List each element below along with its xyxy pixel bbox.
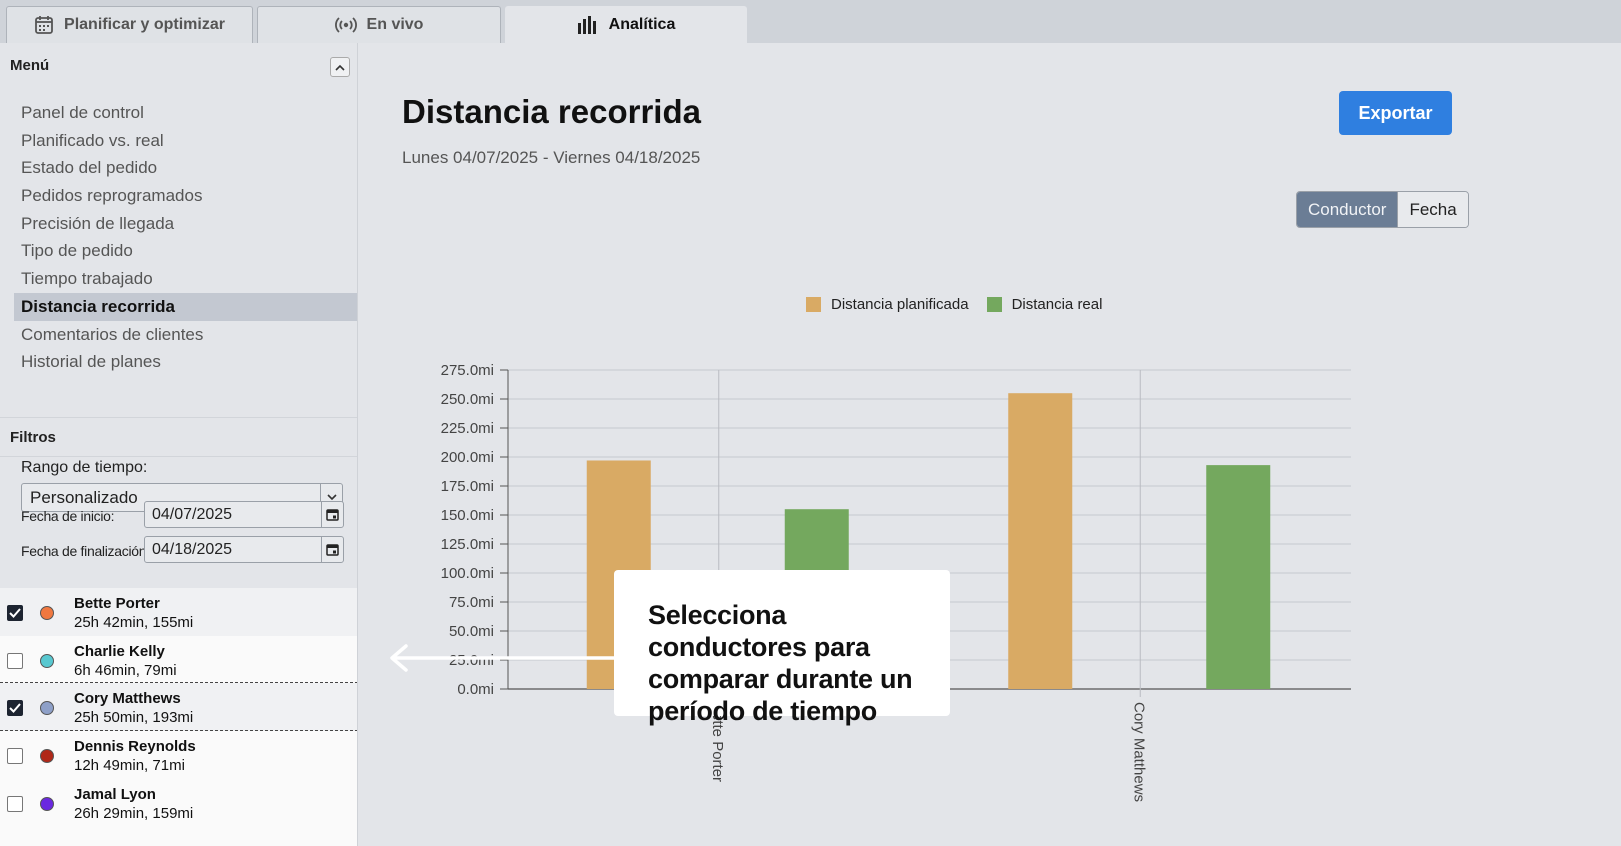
menu-item-historial-planes[interactable]: Historial de planes	[14, 348, 357, 376]
driver-color-dot	[40, 653, 54, 668]
driver-stats: 6h 46min, 79mi	[74, 661, 177, 679]
driver-color-dot	[40, 701, 54, 716]
driver-name: Dennis Reynolds	[74, 738, 196, 756]
calendar-icon[interactable]	[321, 502, 343, 527]
time-range-value: Personalizado	[30, 488, 138, 507]
calendar-icon[interactable]	[321, 537, 343, 562]
chevron-up-icon	[335, 58, 345, 76]
start-date-label: Fecha de inicio:	[21, 508, 115, 524]
distance-bar-chart: 0.0mi25.0mi50.0mi75.0mi100.0mi125.0mi150…	[441, 362, 1351, 802]
tab-planificar[interactable]: Planificar y optimizar	[6, 6, 253, 43]
driver-color-dot	[40, 606, 54, 620]
broadcast-icon	[334, 16, 357, 34]
y-tick-label: 100.0mi	[441, 565, 494, 582]
tab-label: Analítica	[608, 16, 676, 33]
driver-row[interactable]: Charlie Kelly 6h 46min, 79mi	[0, 636, 357, 684]
driver-row[interactable]: Cory Matthews 25h 50min, 193mi	[0, 683, 357, 732]
driver-name: Bette Porter	[74, 595, 160, 612]
driver-row[interactable]: Dennis Reynolds 12h 49min, 71mi	[0, 731, 357, 779]
y-tick-label: 225.0mi	[441, 420, 494, 437]
end-date-label: Fecha de finalización:	[21, 543, 150, 559]
menu-item-planificado-vs-real[interactable]: Planificado vs. real	[14, 127, 357, 155]
tab-label: En vivo	[366, 16, 424, 33]
driver-checkbox[interactable]	[7, 700, 23, 717]
driver-checkbox[interactable]	[7, 605, 23, 621]
y-tick-label: 50.0mi	[449, 623, 494, 640]
driver-list: Bette Porter 25h 42min, 155mi Charlie Ke…	[0, 588, 357, 846]
bar	[1206, 465, 1271, 689]
driver-name: Charlie Kelly	[74, 642, 165, 660]
menu-item-tipo-pedido[interactable]: Tipo de pedido	[14, 237, 357, 265]
menu-item-precision-llegada[interactable]: Precisión de llegada	[14, 210, 357, 238]
y-tick-label: 75.0mi	[449, 594, 494, 611]
start-date-input[interactable]: 04/07/2025	[144, 501, 344, 528]
y-tick-label: 175.0mi	[441, 478, 494, 495]
menu-title: Menú	[10, 57, 50, 74]
bar-chart-icon	[577, 16, 599, 34]
collapse-menu-button[interactable]	[330, 57, 350, 77]
top-tab-bar: Planificar y optimizar En vivo Analítica	[0, 0, 1621, 43]
driver-name: Cory Matthews	[74, 690, 181, 708]
tab-en-vivo[interactable]: En vivo	[257, 6, 501, 43]
driver-color-dot	[40, 796, 54, 811]
driver-stats: 25h 42min, 155mi	[74, 614, 194, 631]
driver-name: Jamal Lyon	[74, 785, 156, 803]
driver-row[interactable]: Jamal Lyon 26h 29min, 159mi	[0, 779, 357, 827]
tab-label: Planificar y optimizar	[64, 16, 225, 33]
arrow-left-icon	[390, 644, 618, 672]
driver-color-dot	[40, 749, 54, 764]
time-range-label: Rango de tiempo:	[21, 459, 148, 476]
x-tick-label: Cory Matthews	[1130, 702, 1147, 802]
end-date-value: 04/18/2025	[152, 541, 233, 558]
menu-item-distancia-recorrida[interactable]: Distancia recorrida	[14, 292, 357, 321]
tab-analitica[interactable]: Analítica	[505, 6, 747, 43]
menu-list: Panel de control Planificado vs. real Es…	[14, 99, 357, 376]
driver-row[interactable]: Bette Porter 25h 42min, 155mi	[0, 588, 357, 636]
menu-item-comentarios-clientes[interactable]: Comentarios de clientes	[14, 321, 357, 349]
driver-stats: 26h 29min, 159mi	[74, 804, 194, 822]
driver-checkbox[interactable]	[7, 652, 23, 669]
bar	[1008, 393, 1073, 689]
calendar-icon	[34, 15, 54, 35]
menu-item-pedidos-reprogramados[interactable]: Pedidos reprogramados	[14, 182, 357, 210]
driver-checkbox[interactable]	[7, 795, 23, 812]
end-date-input[interactable]: 04/18/2025	[144, 536, 344, 563]
driver-stats: 12h 49min, 71mi	[74, 757, 185, 775]
menu-item-tiempo-trabajado[interactable]: Tiempo trabajado	[14, 265, 357, 293]
start-date-value: 04/07/2025	[152, 506, 233, 523]
driver-stats: 25h 50min, 193mi	[74, 709, 194, 727]
menu-item-panel-control[interactable]: Panel de control	[14, 99, 357, 127]
filters-title: Filtros	[0, 417, 357, 457]
driver-checkbox[interactable]	[7, 748, 23, 765]
y-tick-label: 125.0mi	[441, 536, 494, 553]
y-tick-label: 0.0mi	[457, 681, 494, 698]
y-tick-label: 150.0mi	[441, 507, 494, 524]
y-tick-label: 275.0mi	[441, 362, 494, 379]
main-panel: Distancia recorrida Lunes 04/07/2025 - V…	[358, 43, 1621, 846]
menu-item-estado-pedido[interactable]: Estado del pedido	[14, 154, 357, 182]
sidebar: Menú Panel de control Planificado vs. re…	[0, 43, 358, 846]
y-tick-label: 200.0mi	[441, 449, 494, 466]
callout-tooltip: Selecciona conductores para comparar dur…	[614, 570, 950, 726]
y-tick-label: 250.0mi	[441, 391, 494, 408]
